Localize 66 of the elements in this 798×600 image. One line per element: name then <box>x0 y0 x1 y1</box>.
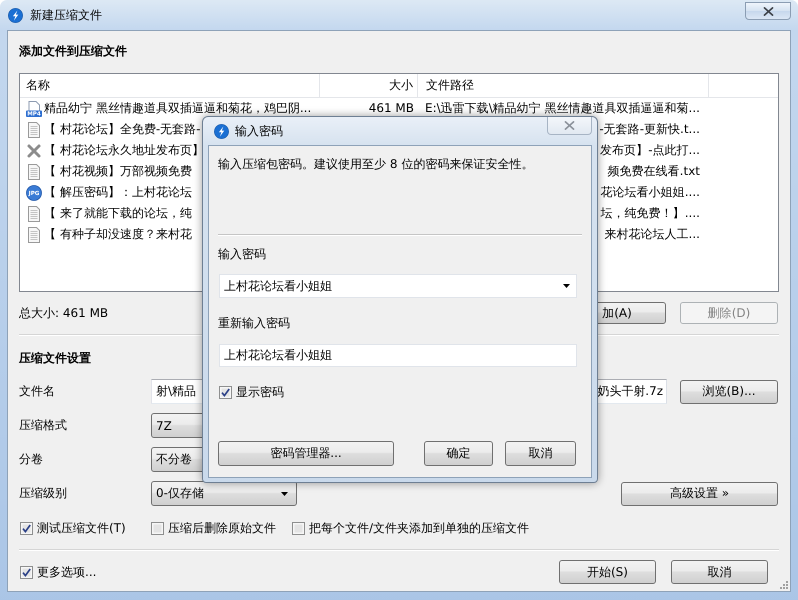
field-label: 输入密码 <box>218 247 266 262</box>
table-cell: 来村花论坛人工... <box>604 227 700 242</box>
table-cell: 精品幼宁 黑丝情趣道具双插逼逼和菊花，鸡巴阴... <box>44 101 312 116</box>
field-label: 压缩级别 <box>19 485 67 502</box>
field-label: 压缩格式 <box>19 417 67 434</box>
checkbox-label[interactable]: 测试压缩文件(T) <box>37 520 126 537</box>
checkbox-label[interactable]: 更多选项... <box>37 564 96 580</box>
ok-button[interactable]: 确定 <box>424 441 493 466</box>
table-cell: 【 村花论坛永久地址发布页】 <box>44 143 204 158</box>
checkbox-label[interactable]: 压缩后删除原始文件 <box>168 520 276 537</box>
cross-icon <box>26 142 42 158</box>
table-cell: 461 MB <box>368 101 414 116</box>
table-cell: 【 有种子却没速度？来村花 <box>44 227 192 242</box>
password-field[interactable]: 上村花论坛看小姐姐 <box>219 344 577 367</box>
document-icon <box>26 206 42 222</box>
field-label: 文件名 <box>19 383 55 400</box>
dropdown[interactable]: 不分卷 <box>151 447 205 472</box>
document-icon <box>26 226 42 242</box>
table-cell: E:\迅雷下载\精品幼宁 黑丝情趣道具双插逼逼和菊... <box>425 101 700 116</box>
dropdown[interactable]: 0-仅存储 <box>151 481 297 506</box>
window-title: 新建压缩文件 <box>30 6 102 24</box>
password-manager-button[interactable]: 密码管理器... <box>218 441 394 466</box>
dropdown-arrow-icon <box>281 492 288 496</box>
dropdown-arrow-icon <box>563 284 570 288</box>
section-heading: 添加文件到压缩文件 <box>19 43 127 60</box>
table-cell: 【 解压密码】：上村花论坛 <box>44 185 192 200</box>
app-logo-icon <box>8 8 23 22</box>
column-header[interactable]: 名称 <box>20 74 320 97</box>
close-button[interactable] <box>745 2 791 20</box>
total-size-label: 总大小: 461 MB <box>19 304 108 322</box>
checkbox[interactable] <box>151 522 164 535</box>
column-header[interactable]: 文件路径 <box>418 74 709 97</box>
checkbox-label[interactable]: 显示密码 <box>236 384 284 401</box>
dialog-message: 输入压缩包密码。建议使用至少 8 位的密码来保证安全性。 <box>218 157 534 172</box>
table-cell: 【 村花论坛】全免费-无套路- <box>44 122 200 137</box>
dropdown[interactable]: 7Z <box>151 413 205 438</box>
checkbox[interactable] <box>219 386 232 399</box>
table-cell: 【 来了就能下载的论坛，纯 <box>44 206 192 221</box>
table-cell: 发布页】-点此打... <box>600 143 700 158</box>
start-button[interactable]: 开始(S) <box>559 560 656 584</box>
field-label: 分卷 <box>19 451 43 468</box>
section-heading: 压缩文件设置 <box>19 350 91 367</box>
table-cell: 坛，纯免费！】.... <box>600 206 700 221</box>
table-cell: -无套路-更新快.t... <box>599 122 700 137</box>
cancel-button[interactable]: 取消 <box>505 441 576 466</box>
checkbox[interactable] <box>20 566 33 578</box>
checkbox[interactable] <box>20 522 33 535</box>
document-icon <box>26 122 42 138</box>
cancel-button[interactable]: 取消 <box>671 560 768 584</box>
browse-button[interactable]: 浏览(B)... <box>680 380 778 404</box>
checkbox[interactable] <box>292 522 305 535</box>
app-logo-icon <box>214 124 229 138</box>
close-icon <box>762 6 774 16</box>
checkbox-label[interactable]: 把每个文件/文件夹添加到单独的压缩文件 <box>309 520 530 537</box>
column-header[interactable]: 大小 <box>320 74 418 97</box>
resize-grip-icon[interactable] <box>779 580 788 589</box>
close-icon <box>564 121 575 130</box>
document-icon <box>26 164 42 180</box>
field-label: 重新输入密码 <box>218 316 290 331</box>
file-name-field[interactable]: 射\精品 <box>151 379 205 404</box>
table-cell: 【 村花视频】万部视频免费 <box>44 164 192 179</box>
table-cell: 花论坛看小姐姐.... <box>600 185 700 200</box>
table-cell: 频免费在线看.txt <box>608 164 700 179</box>
password-combo-box[interactable]: 上村花论坛看小姐姐 <box>219 274 577 298</box>
dialog-title: 输入密码 <box>235 122 283 140</box>
advanced-settings-button[interactable]: 高级设置 » <box>621 482 778 506</box>
